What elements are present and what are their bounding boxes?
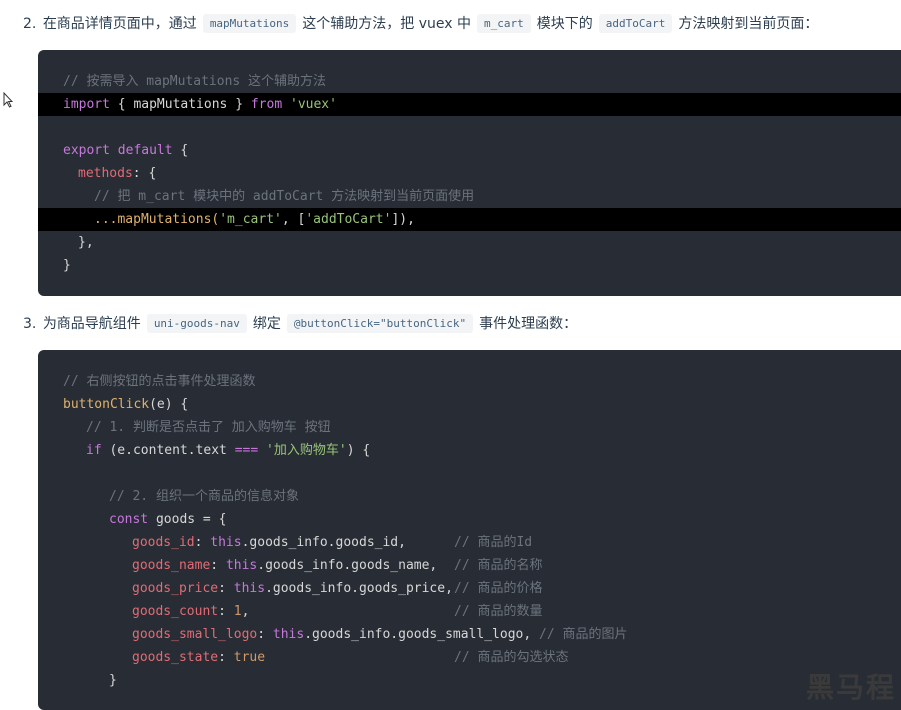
- code-line: },: [78, 235, 94, 250]
- step-2-number: 2.: [23, 16, 37, 32]
- code-line: const goods = {: [109, 512, 227, 527]
- code-line: if (e.content.text === '加入购物车') {: [86, 443, 371, 458]
- code-line: goods_price: this.goods_info.goods_price…: [132, 581, 543, 596]
- step-2-text: 2. 在商品详情页面中，通过 mapMutations 这个辅助方法，把 vuex …: [23, 14, 819, 33]
- inline-code-uni-goods-nav: uni-goods-nav: [146, 314, 247, 333]
- code-line: }: [109, 673, 117, 688]
- code-line: // 2. 组织一个商品的信息对象: [109, 489, 299, 504]
- code-line: goods_state: true// 商品的勾选状态: [132, 650, 569, 665]
- code-line-highlighted: ...mapMutations('m_cart', ['addToCart'])…: [38, 208, 901, 231]
- code-line: // 按需导入 mapMutations 这个辅助方法: [63, 74, 327, 89]
- code-line: export default {: [63, 143, 189, 158]
- step-3-text: 3. 为商品导航组件 uni-goods-nav 绑定 @buttonClick="b…: [23, 314, 578, 333]
- code-line: }: [63, 258, 71, 273]
- mouse-cursor-icon: [3, 92, 13, 108]
- inline-code-addtocart: addToCart: [598, 14, 673, 33]
- inline-code-buttonclick-binding: @buttonClick="buttonClick": [286, 314, 474, 333]
- inline-code-m-cart: m_cart: [477, 14, 531, 33]
- code-line: // 右侧按钮的点击事件处理函数: [63, 374, 256, 389]
- code-line: goods_id: this.goods_info.goods_id,// 商品…: [132, 535, 533, 550]
- code-line: // 1. 判断是否点击了 加入购物车 按钮: [86, 420, 331, 435]
- code-line: // 把 m_cart 模块中的 addToCart 方法映射到当前页面使用: [94, 189, 475, 204]
- code-line: goods_small_logo: this.goods_info.goods_…: [132, 627, 628, 642]
- code-line: goods_name: this.goods_info.goods_name, /…: [132, 558, 543, 573]
- code-line: buttonClick(e) {: [63, 397, 189, 412]
- inline-code-mapmutations: mapMutations: [202, 14, 297, 33]
- code-block-vuex-import: // 按需导入 mapMutations 这个辅助方法 import { map…: [38, 50, 901, 296]
- code-line: goods_count: 1,// 商品的数量: [132, 604, 543, 619]
- code-block-button-click: // 右侧按钮的点击事件处理函数 buttonClick(e) { // 1. …: [38, 350, 901, 710]
- watermark-logo: 黑马程: [805, 671, 896, 704]
- code-line: methods: {: [78, 166, 157, 181]
- code-line-highlighted: import { mapMutations } from 'vuex': [38, 93, 901, 116]
- step-3-number: 3.: [23, 316, 37, 332]
